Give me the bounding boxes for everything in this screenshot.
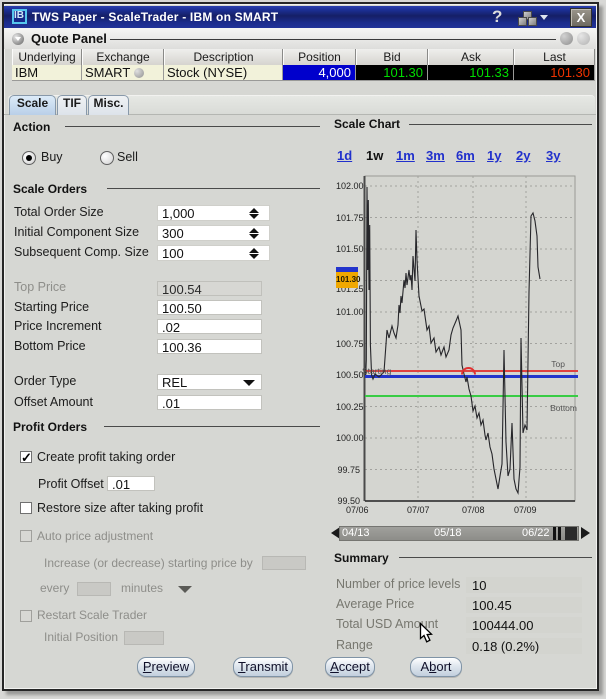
svg-text:Top: Top [551,359,565,369]
svg-text:Starting: Starting [362,366,392,376]
svg-text:Bottom: Bottom [550,403,577,413]
